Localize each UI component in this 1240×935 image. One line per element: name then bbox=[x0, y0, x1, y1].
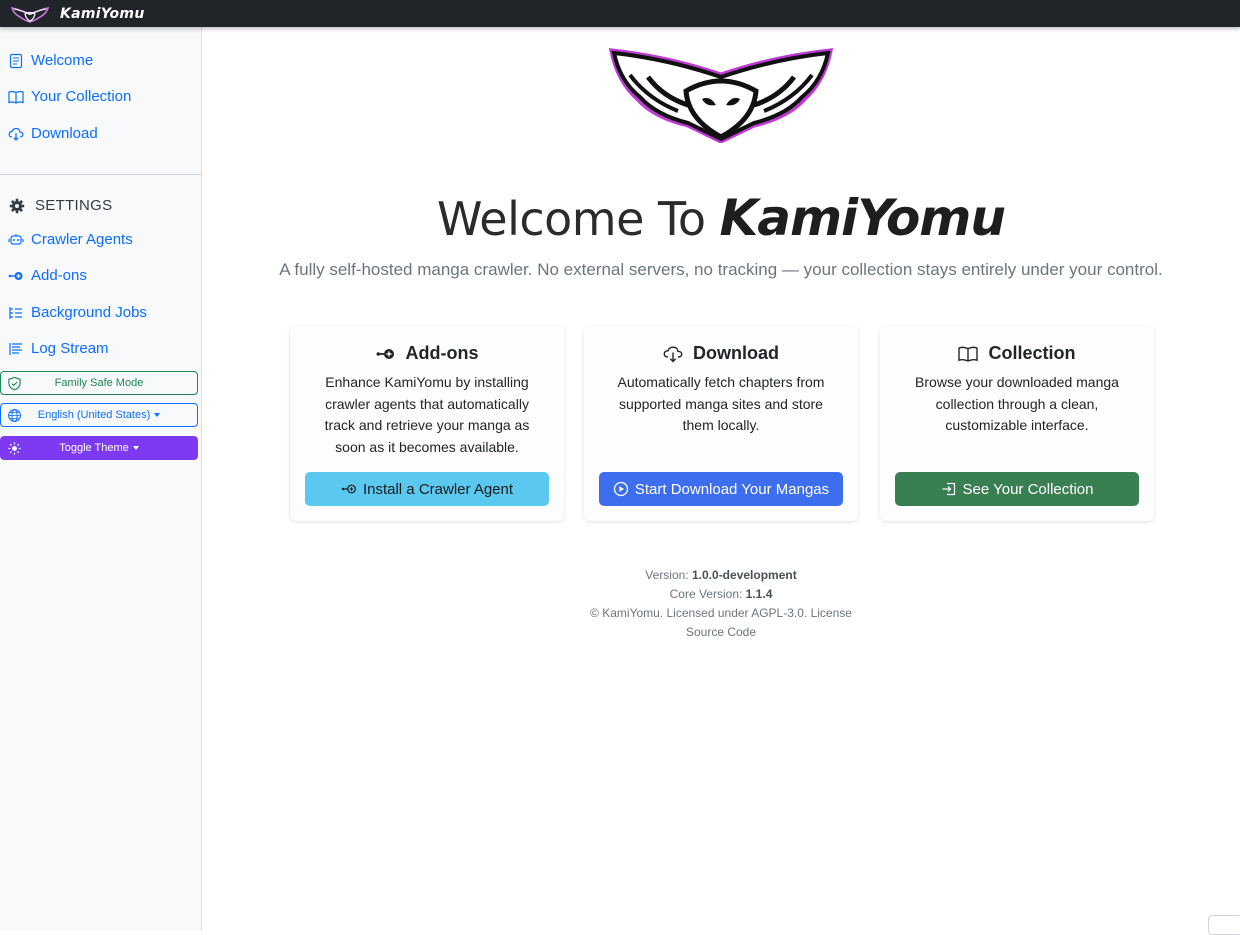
core-version-line: Core Version: 1.1.4 bbox=[202, 585, 1240, 604]
see-your-collection-button[interactable]: See Your Collection bbox=[895, 472, 1139, 506]
card-title-text: Collection bbox=[988, 343, 1076, 363]
version-line: Version: 1.0.0-development bbox=[202, 566, 1240, 585]
plugin-icon bbox=[8, 271, 23, 280]
card-title: Download bbox=[584, 343, 858, 364]
add-ons-card: Add-ons Enhance KamiYomu by installing c… bbox=[290, 326, 564, 521]
button-label: See Your Collection bbox=[962, 480, 1094, 498]
sidebar-item-welcome[interactable]: Welcome bbox=[8, 52, 93, 69]
list-tasks-icon bbox=[9, 306, 22, 319]
globe-icon bbox=[8, 409, 21, 422]
settings-heading: SETTINGS bbox=[9, 197, 112, 214]
tagline: A fully self-hosted manga crawler. No ex… bbox=[279, 260, 1163, 279]
chevron-down-icon bbox=[132, 446, 139, 450]
theme-label: Toggle Theme bbox=[59, 442, 129, 454]
floating-widget[interactable] bbox=[1208, 915, 1240, 935]
card-text: Browse your downloaded manga collection … bbox=[915, 374, 1119, 433]
sidebar-item-crawler-agents[interactable]: Crawler Agents bbox=[8, 231, 133, 248]
welcome-heading: Welcome To KamiYomu bbox=[202, 189, 1240, 247]
source-code-link[interactable]: Source Code bbox=[202, 623, 1240, 642]
sidebar-item-label: Log Stream bbox=[31, 340, 109, 357]
settings-label: SETTINGS bbox=[35, 197, 113, 214]
language-label: English (United States) bbox=[37, 409, 151, 421]
card-title: Collection bbox=[880, 343, 1154, 364]
sidebar-item-label: Your Collection bbox=[31, 88, 132, 105]
sidebar-divider bbox=[0, 174, 201, 175]
shield-check-icon bbox=[8, 376, 21, 391]
family-safe-label: Family Safe Mode bbox=[54, 377, 144, 389]
button-label: Start Download Your Mangas bbox=[634, 480, 830, 498]
family-safe-mode-button[interactable]: Family Safe Mode bbox=[0, 371, 198, 395]
sidebar: Welcome Your Collection Download SETTING… bbox=[0, 27, 202, 931]
button-label: Install a Crawler Agent bbox=[362, 480, 514, 498]
card-title-text: Download bbox=[693, 343, 779, 363]
install-crawler-agent-button[interactable]: Install a Crawler Agent bbox=[305, 472, 549, 506]
sidebar-item-label: Crawler Agents bbox=[31, 231, 133, 248]
kamiyomu-logo-icon[interactable] bbox=[10, 5, 50, 23]
cloud-download-icon bbox=[663, 345, 683, 362]
sidebar-item-add-ons[interactable]: Add-ons bbox=[8, 267, 87, 284]
play-circle-icon bbox=[613, 481, 628, 497]
sidebar-item-log-stream[interactable]: Log Stream bbox=[8, 340, 109, 357]
top-navbar: KamiYomu bbox=[0, 0, 1240, 27]
license-line[interactable]: © KamiYomu. Licensed under AGPL-3.0. Lic… bbox=[202, 604, 1240, 623]
robot-icon bbox=[8, 233, 24, 245]
card-title-text: Add-ons bbox=[405, 343, 479, 363]
collection-card: Collection Browse your downloaded manga … bbox=[880, 326, 1154, 521]
core-version-value: 1.1.4 bbox=[745, 587, 773, 601]
cloud-download-icon bbox=[8, 127, 24, 141]
footer: Version: 1.0.0-development Core Version:… bbox=[202, 566, 1240, 642]
download-card: Download Automatically fetch chapters fr… bbox=[584, 326, 858, 521]
card-text: Automatically fetch chapters from suppor… bbox=[617, 374, 825, 433]
text-lines-icon bbox=[9, 342, 22, 355]
version-label: Version: bbox=[645, 568, 689, 582]
card-title: Add-ons bbox=[290, 343, 564, 364]
version-value: 1.0.0-development bbox=[692, 568, 797, 582]
sidebar-item-download[interactable]: Download bbox=[8, 125, 98, 142]
brand-name[interactable]: KamiYomu bbox=[60, 6, 145, 22]
main-content: Welcome To KamiYomu A fully self-hosted … bbox=[202, 27, 1240, 931]
gear-icon bbox=[9, 198, 25, 213]
book-icon bbox=[8, 90, 24, 104]
sidebar-item-background-jobs[interactable]: Background Jobs bbox=[8, 304, 147, 321]
kamiyomu-owl-logo-icon bbox=[608, 48, 834, 143]
card-text: Enhance KamiYomu by installing crawler a… bbox=[324, 374, 530, 455]
welcome-brand: KamiYomu bbox=[719, 189, 1006, 247]
sidebar-item-your-collection[interactable]: Your Collection bbox=[8, 88, 131, 105]
box-arrow-in-right-icon bbox=[942, 482, 955, 496]
language-dropdown[interactable]: English (United States) bbox=[0, 403, 198, 427]
sidebar-item-label: Download bbox=[31, 125, 98, 142]
toggle-theme-dropdown[interactable]: Toggle Theme bbox=[0, 436, 198, 460]
welcome-prefix: Welcome To bbox=[437, 192, 706, 246]
sun-icon bbox=[8, 442, 21, 455]
plugin-icon bbox=[341, 484, 356, 494]
sidebar-item-label: Add-ons bbox=[31, 267, 87, 284]
plugin-icon bbox=[376, 348, 394, 359]
start-download-button[interactable]: Start Download Your Mangas bbox=[599, 472, 843, 506]
sidebar-item-label: Background Jobs bbox=[31, 304, 147, 321]
book-icon bbox=[958, 346, 979, 362]
core-version-label: Core Version: bbox=[669, 587, 743, 601]
chevron-down-icon bbox=[154, 413, 161, 417]
journal-icon bbox=[9, 53, 23, 68]
sidebar-item-label: Welcome bbox=[31, 52, 94, 69]
